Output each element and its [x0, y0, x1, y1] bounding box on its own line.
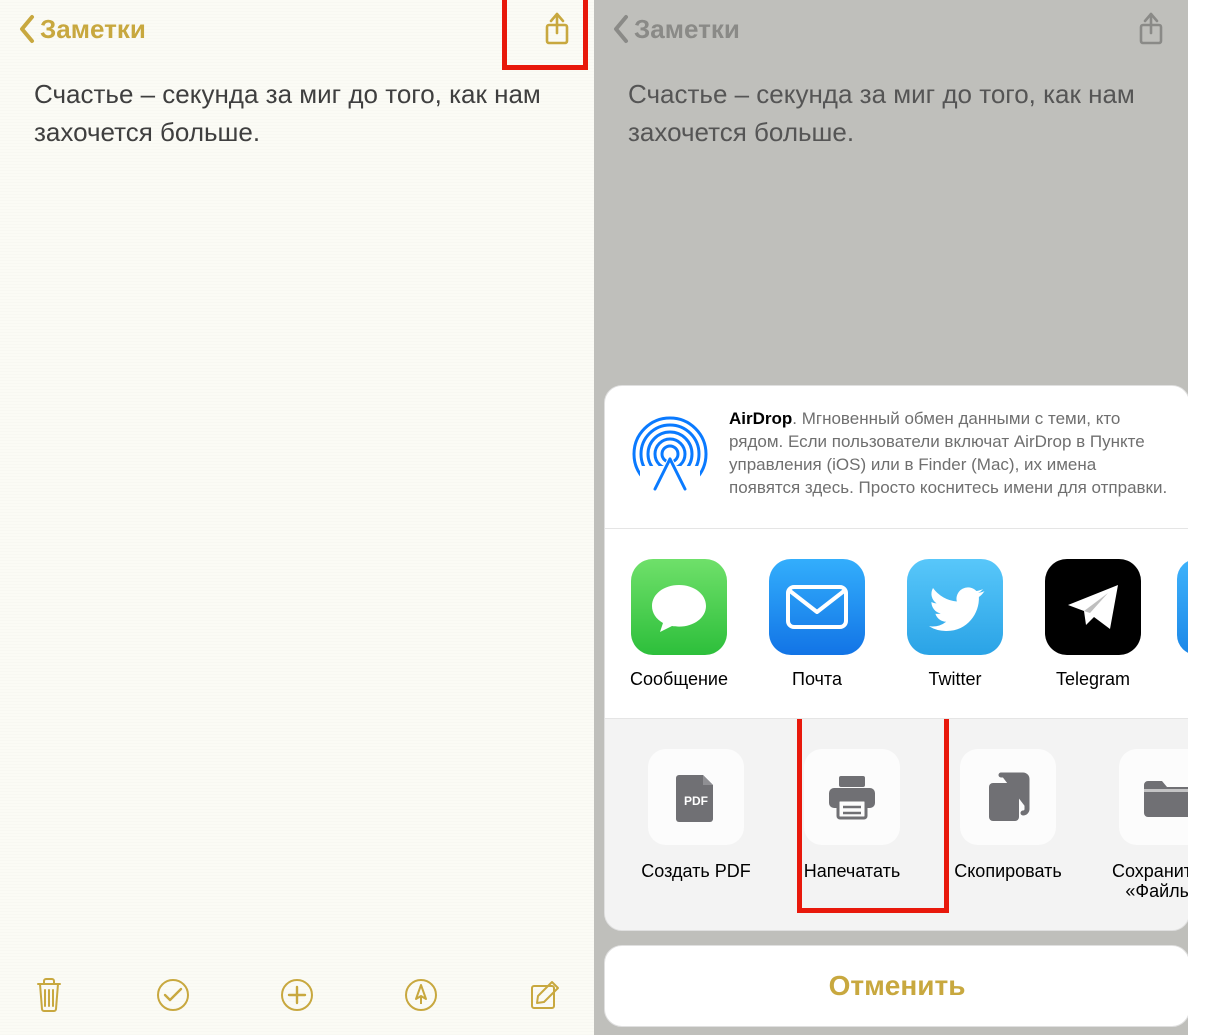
telegram-icon	[1045, 559, 1141, 655]
share-apps-row[interactable]: Сообщение Почта Twitter	[605, 529, 1188, 718]
share-app-twitter[interactable]: Twitter	[901, 559, 1009, 690]
checklist-button[interactable]	[152, 974, 194, 1016]
trash-button[interactable]	[28, 974, 70, 1016]
share-action-copy[interactable]: Скопировать	[943, 749, 1073, 902]
mail-icon	[769, 559, 865, 655]
share-app-mail[interactable]: Почта	[763, 559, 871, 690]
note-text-dimmed: Счастье – секунда за миг до того, как на…	[628, 79, 1135, 147]
note-text: Счастье – секунда за миг до того, как на…	[34, 79, 541, 147]
cancel-button[interactable]: Отменить	[604, 945, 1188, 1027]
note-body[interactable]: Счастье – секунда за миг до того, как на…	[0, 58, 594, 151]
check-circle-icon	[155, 977, 191, 1013]
share-sheet-card: AirDrop. Мгновенный обмен данными с теми…	[604, 385, 1188, 931]
action-label: Создать PDF	[631, 861, 761, 882]
action-label: Напечатать	[787, 861, 917, 882]
share-sheet: AirDrop. Мгновенный обмен данными с теми…	[604, 385, 1188, 1027]
back-button[interactable]: Заметки	[18, 14, 146, 45]
pen-circle-icon	[403, 977, 439, 1013]
airdrop-section[interactable]: AirDrop. Мгновенный обмен данными с теми…	[605, 386, 1188, 528]
app-label: Twitter	[901, 669, 1009, 690]
share-action-save-files[interactable]: Сохранить в«Файлы»	[1099, 749, 1188, 902]
app-label: Сообщение	[625, 669, 733, 690]
plus-circle-icon	[279, 977, 315, 1013]
share-app-telegram[interactable]: Telegram	[1039, 559, 1147, 690]
share-app-messages[interactable]: Сообщение	[625, 559, 733, 690]
action-label: Сохранить в«Файлы»	[1099, 861, 1188, 902]
chevron-left-icon	[18, 14, 36, 44]
chevron-left-icon	[612, 14, 630, 44]
folder-icon	[1119, 749, 1188, 845]
airdrop-title: AirDrop	[729, 409, 792, 428]
share-action-create-pdf[interactable]: PDF Создать PDF	[631, 749, 761, 902]
share-actions-row[interactable]: ииетки PDF Создать PDF Напечатать	[604, 719, 1188, 930]
phone-left-note-view: Заметки Счастье – секунда за миг до того…	[0, 0, 594, 1035]
add-button[interactable]	[276, 974, 318, 1016]
back-label: Заметки	[40, 14, 146, 45]
left-header: Заметки	[0, 0, 594, 58]
airdrop-description: AirDrop. Мгновенный обмен данными с теми…	[729, 408, 1169, 500]
share-app-extra[interactable]	[1177, 559, 1188, 690]
right-header: Заметки	[594, 0, 1188, 58]
svg-text:PDF: PDF	[684, 794, 708, 808]
twitter-icon	[907, 559, 1003, 655]
action-label: Скопировать	[943, 861, 1073, 882]
airdrop-rest: . Мгновенный обмен данными с теми, кто р…	[729, 409, 1167, 497]
compose-button[interactable]	[524, 974, 566, 1016]
compose-icon	[528, 978, 562, 1012]
share-button-dimmed	[1132, 10, 1170, 48]
share-icon	[542, 11, 572, 47]
app-label: Telegram	[1039, 669, 1147, 690]
share-icon	[1136, 11, 1166, 47]
airdrop-icon	[627, 411, 713, 497]
back-button-dimmed: Заметки	[612, 14, 740, 45]
share-button[interactable]	[538, 10, 576, 48]
messages-icon	[631, 559, 727, 655]
bottom-toolbar	[0, 965, 594, 1035]
cancel-label: Отменить	[829, 970, 966, 1001]
phone-right-share-sheet: Заметки Счастье – секунда за миг до того…	[594, 0, 1188, 1035]
share-action-lines[interactable]: ииетки	[604, 749, 605, 902]
extra-app-icon	[1177, 559, 1188, 655]
pdf-icon: PDF	[648, 749, 744, 845]
back-label-dimmed: Заметки	[634, 14, 740, 45]
app-label: Почта	[763, 669, 871, 690]
sketch-button[interactable]	[400, 974, 442, 1016]
print-icon	[804, 749, 900, 845]
copy-icon	[960, 749, 1056, 845]
trash-icon	[33, 976, 65, 1014]
action-label: ииетки	[604, 861, 605, 902]
note-body-dimmed: Счастье – секунда за миг до того, как на…	[594, 58, 1188, 151]
share-action-print[interactable]: Напечатать	[787, 749, 917, 902]
